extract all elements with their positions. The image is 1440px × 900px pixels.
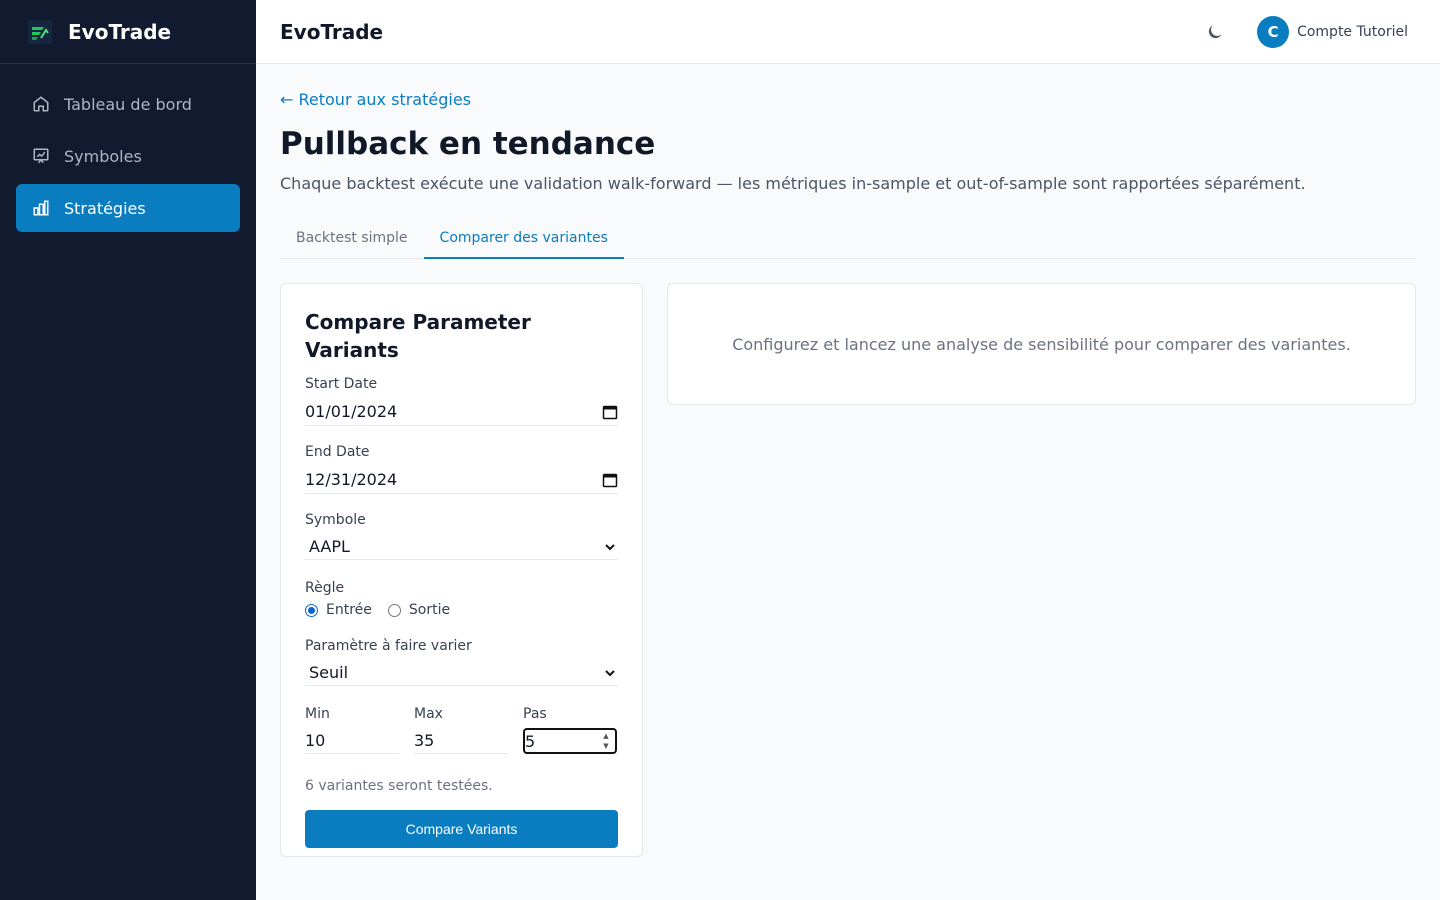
spinner-up-icon[interactable]: ▲ [601,731,611,741]
brand[interactable]: EvoTrade [0,0,256,64]
header-actions: C Compte Tutoriel [1205,15,1440,48]
chevron-down-icon [604,541,616,553]
start-date-label: Start Date [305,376,378,392]
compare-variants-button[interactable]: Compare Variants [305,810,618,848]
sidebar-nav: Tableau de bord Symboles Stratégies [0,64,256,232]
back-to-strategies-link[interactable]: ← Retour aux stratégies [280,90,471,109]
page-description: Chaque backtest exécute une validation w… [280,174,1306,193]
chevron-down-icon [604,667,616,679]
tab-simple-backtest[interactable]: Backtest simple [280,222,424,259]
header-title: EvoTrade [280,19,384,44]
sidebar-item-symbols[interactable]: Symboles [16,132,240,180]
sidebar: EvoTrade Tableau de bord Symboles Straté… [0,0,256,900]
results-empty-text: Configurez et lancez une analyse de sens… [732,334,1351,354]
evotrade-logo-icon [28,19,52,44]
step-value: 5 [525,731,536,751]
tab-compare-variants[interactable]: Comparer des variantes [423,222,624,259]
compare-form-card: Compare Parameter Variants Start Date 01… [280,283,643,857]
rule-exit-label[interactable]: Sortie [409,602,450,618]
chart-board-icon [32,147,50,165]
number-spinner[interactable]: ▲ ▼ [601,731,611,751]
min-field-group: Min 10 [305,706,399,754]
moon-icon[interactable] [1205,22,1225,42]
symbol-selected-value: AAPL [309,537,350,556]
start-date-value: 01/01/2024 [305,402,398,421]
range-fields: Min 10 Max 35 Pas 5 ▲ ▼ [305,706,618,754]
spinner-down-icon[interactable]: ▼ [601,741,611,751]
avatar[interactable]: C [1257,15,1290,48]
param-label: Paramètre à faire varier [305,638,472,654]
rule-radio-group: Entrée Sortie [305,602,618,618]
top-header: EvoTrade C Compte Tutoriel [256,0,1440,64]
rule-label: Règle [305,580,345,596]
end-date-label: End Date [305,444,370,460]
step-label: Pas [523,706,547,722]
page-title: Pullback en tendance [280,126,656,162]
sidebar-item-label: Tableau de bord [64,94,192,114]
account-name[interactable]: Compte Tutoriel [1297,24,1408,40]
step-input[interactable]: 5 ▲ ▼ [523,728,617,754]
rule-exit-radio[interactable] [387,603,401,617]
variant-count-hint: 6 variantes seront testées. [305,778,493,794]
sidebar-item-label: Symboles [64,146,142,166]
max-field-group: Max 35 [414,706,508,754]
sidebar-item-dashboard[interactable]: Tableau de bord [16,80,240,128]
sidebar-item-label: Stratégies [64,198,146,218]
max-input[interactable]: 35 [414,728,508,754]
calendar-icon[interactable] [602,404,618,420]
results-panel: Configurez et lancez une analyse de sens… [667,283,1416,405]
max-label: Max [414,706,443,722]
brand-name: EvoTrade [68,19,172,44]
tabs: Backtest simple Comparer des variantes [280,222,1416,259]
rule-entry-radio[interactable] [305,603,318,617]
form-title: Compare Parameter Variants [305,310,531,362]
min-label: Min [305,706,330,722]
symbol-select[interactable]: AAPL [305,534,618,560]
calendar-icon[interactable] [602,472,618,488]
end-date-value: 12/31/2024 [305,470,398,489]
end-date-input[interactable]: 12/31/2024 [305,466,618,494]
bar-chart-icon [32,199,50,217]
step-field-group: Pas 5 ▲ ▼ [523,706,617,754]
sidebar-item-strategies[interactable]: Stratégies [16,184,240,232]
param-selected-value: Seuil [309,663,349,682]
start-date-input[interactable]: 01/01/2024 [305,398,618,426]
symbol-label: Symbole [305,512,366,528]
rule-entry-label[interactable]: Entrée [326,602,372,618]
param-select[interactable]: Seuil [305,660,618,686]
home-icon [32,95,50,113]
min-input[interactable]: 10 [305,728,399,754]
